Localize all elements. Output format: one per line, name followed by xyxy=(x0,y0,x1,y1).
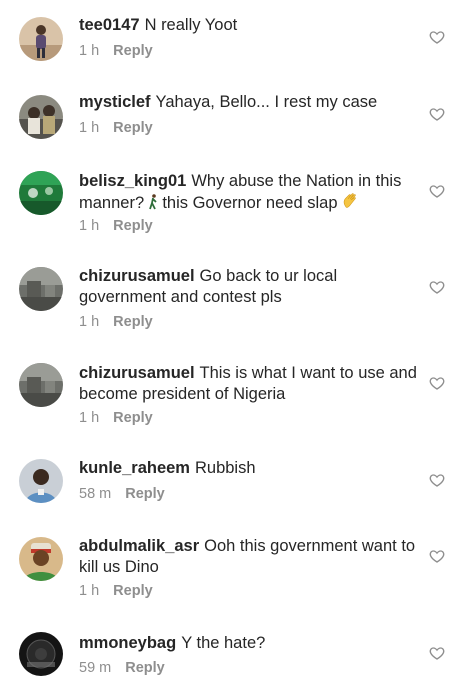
comment-username[interactable]: chizurusamuel xyxy=(79,267,195,285)
reply-button[interactable]: Reply xyxy=(113,120,153,136)
avatar[interactable] xyxy=(19,267,63,311)
comment-time: 1 h xyxy=(79,218,100,234)
comment-username[interactable]: kunle_raheem xyxy=(79,459,190,477)
comment-meta: 1 h Reply xyxy=(79,43,153,59)
avatar[interactable] xyxy=(19,537,63,581)
like-heart-icon[interactable] xyxy=(429,548,445,564)
reply-button[interactable]: Reply xyxy=(113,314,153,330)
comment-text: tee0147 N really Yoot xyxy=(79,15,419,36)
comment-meta: 1 h Reply xyxy=(79,314,153,330)
reply-button[interactable]: Reply xyxy=(113,218,153,234)
comment-meta: 1 h Reply xyxy=(79,120,153,136)
comment-body: Y the hate? xyxy=(181,634,266,652)
like-heart-icon[interactable] xyxy=(429,29,445,45)
comment-meta: 1 h Reply xyxy=(79,218,153,234)
comment-time: 1 h xyxy=(79,410,100,426)
comment-time: 1 h xyxy=(79,583,100,599)
avatar[interactable] xyxy=(19,17,63,61)
reply-button[interactable]: Reply xyxy=(125,660,165,676)
like-heart-icon[interactable] xyxy=(429,645,445,661)
comment-body: N really Yoot xyxy=(144,16,238,34)
comment-text: kunle_raheem Rubbish xyxy=(79,458,419,479)
comment-meta: 58 m Reply xyxy=(79,486,165,502)
comment-time: 1 h xyxy=(79,314,100,330)
comment-time: 1 h xyxy=(79,43,100,59)
person-walking-emoji xyxy=(148,194,157,210)
like-heart-icon[interactable] xyxy=(429,375,445,391)
comment-time: 58 m xyxy=(79,486,112,502)
comment-text: belisz_king01 Why abuse the Nation in thi… xyxy=(79,171,419,214)
waving-hand-emoji xyxy=(343,193,356,208)
comment-time: 59 m xyxy=(79,660,112,676)
comment-username[interactable]: chizurusamuel xyxy=(79,364,195,382)
comment-text: chizurusamuel Go back to ur local governm… xyxy=(79,266,419,308)
like-heart-icon[interactable] xyxy=(429,183,445,199)
comment-meta: 1 h Reply xyxy=(79,410,153,426)
avatar[interactable] xyxy=(19,632,63,676)
comment-body-continued: this Governor need slap xyxy=(162,194,338,212)
comment-meta: 59 m Reply xyxy=(79,660,165,676)
avatar[interactable] xyxy=(19,363,63,407)
comment-text: abdulmalik_asr Ooh this government want t… xyxy=(79,536,419,578)
avatar[interactable] xyxy=(19,171,63,215)
comment-text: chizurusamuel This is what I want to use … xyxy=(79,363,419,405)
reply-button[interactable]: Reply xyxy=(125,486,165,502)
comment-body-continued: Dino xyxy=(124,558,159,576)
reply-button[interactable]: Reply xyxy=(113,43,153,59)
avatar[interactable] xyxy=(19,95,63,139)
comment-username[interactable]: abdulmalik_asr xyxy=(79,537,199,555)
comment-username[interactable]: mysticlef xyxy=(79,93,151,111)
like-heart-icon[interactable] xyxy=(429,279,445,295)
avatar[interactable] xyxy=(19,459,63,503)
reply-button[interactable]: Reply xyxy=(113,410,153,426)
comment-text: mmoneybag Y the hate? xyxy=(79,633,419,654)
comment-body: Rubbish xyxy=(194,459,256,477)
comment-meta: 1 h Reply xyxy=(79,583,153,599)
comment-body: Yahaya, Bello... I rest my case xyxy=(155,93,378,111)
comment-time: 1 h xyxy=(79,120,100,136)
comment-username[interactable]: tee0147 xyxy=(79,16,140,34)
like-heart-icon[interactable] xyxy=(429,106,445,122)
comment-username[interactable]: belisz_king01 xyxy=(79,172,186,190)
comment-username[interactable]: mmoneybag xyxy=(79,634,176,652)
like-heart-icon[interactable] xyxy=(429,472,445,488)
comment-text: mysticlef Yahaya, Bello... I rest my case xyxy=(79,92,419,113)
reply-button[interactable]: Reply xyxy=(113,583,153,599)
